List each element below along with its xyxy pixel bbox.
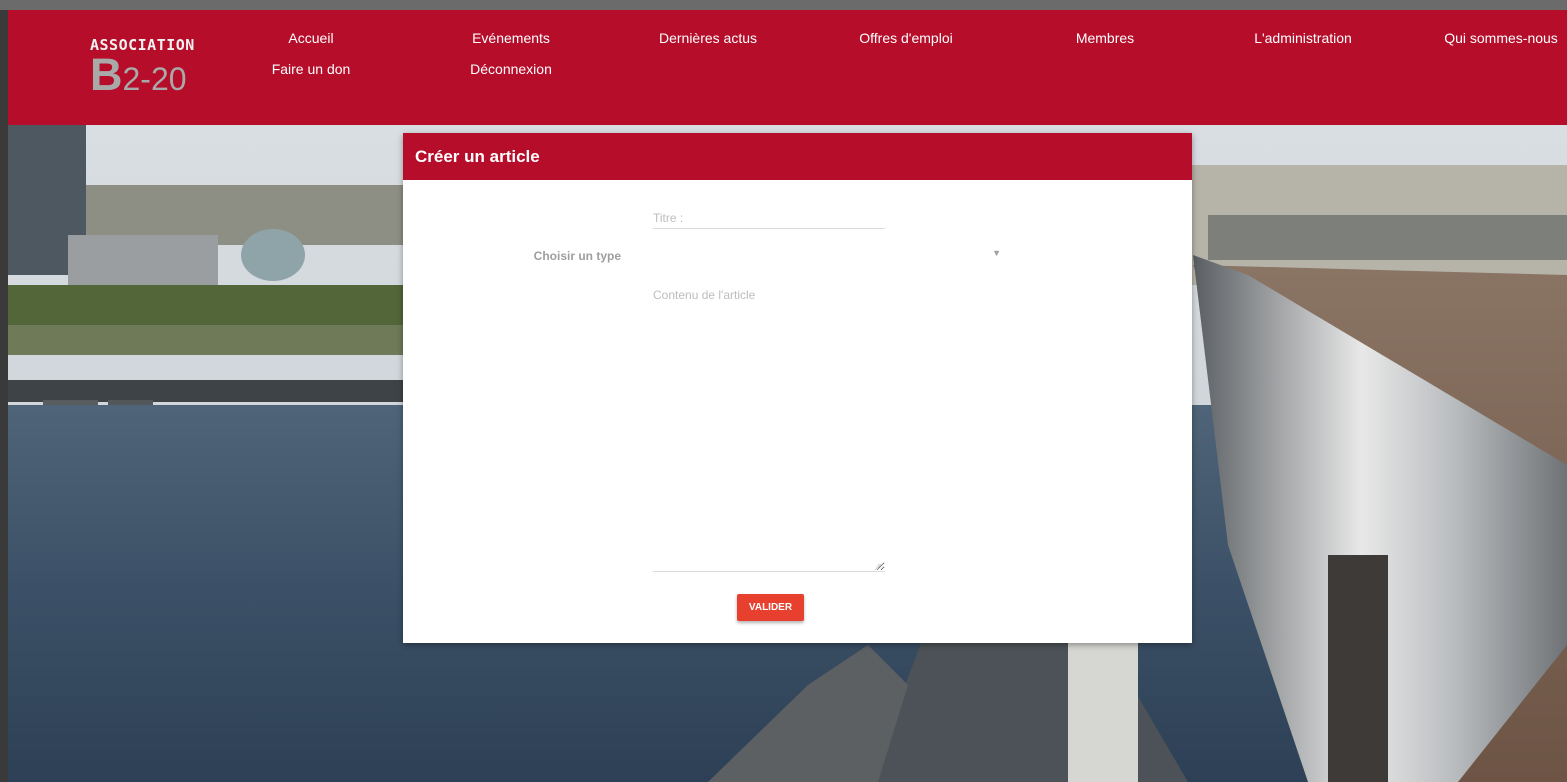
nav-offres-emploi[interactable]: Offres d'emploi xyxy=(859,30,952,46)
type-label: Choisir un type xyxy=(533,249,621,263)
nav-evenements[interactable]: Evénements xyxy=(472,30,550,46)
logo-letter: B xyxy=(90,49,123,100)
create-article-card: Créer un article Choisir un type ▼ ∕∕ VA… xyxy=(403,133,1192,643)
submit-button[interactable]: VALIDER xyxy=(737,594,804,621)
title-input[interactable] xyxy=(653,208,885,229)
nav-dernieres-actus[interactable]: Dernières actus xyxy=(659,30,757,46)
caret-down-icon: ▼ xyxy=(992,248,1001,258)
site-logo[interactable]: ASSOCIATION B2-20 xyxy=(90,37,195,106)
nav-qui-sommes-nous[interactable]: Qui sommes-nous xyxy=(1444,30,1558,46)
content-textarea[interactable] xyxy=(653,288,885,572)
window-top-strip xyxy=(0,0,1567,10)
site-header: ASSOCIATION B2-20 Accueil Evénements Der… xyxy=(8,10,1567,125)
nav-administration[interactable]: L'administration xyxy=(1254,30,1352,46)
logo-number: 2-20 xyxy=(122,61,187,97)
nav-faire-un-don[interactable]: Faire un don xyxy=(272,61,351,77)
logo-mark: B2-20 xyxy=(90,52,195,106)
window-left-strip xyxy=(0,10,8,782)
nav-membres[interactable]: Membres xyxy=(1076,30,1134,46)
card-title: Créer un article xyxy=(403,133,1192,180)
type-select[interactable]: ▼ xyxy=(653,245,1001,267)
nav-accueil[interactable]: Accueil xyxy=(288,30,333,46)
resize-grip-icon[interactable]: ∕∕ xyxy=(877,563,880,572)
nav-deconnexion[interactable]: Déconnexion xyxy=(470,61,552,77)
